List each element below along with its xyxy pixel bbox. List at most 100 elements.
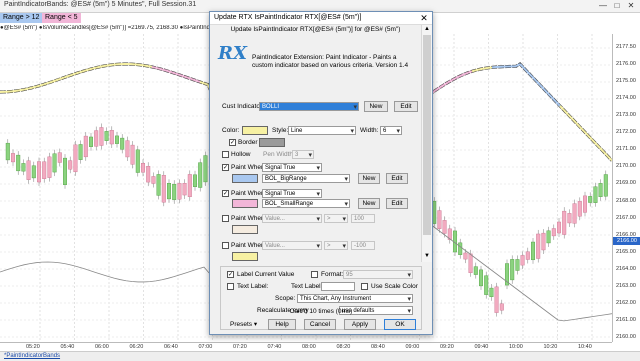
paint-when-4-swatch[interactable] (232, 252, 258, 261)
price-axis-label: 2177.50 (616, 44, 636, 50)
price-axis-label: 2172.00 (616, 129, 636, 135)
scroll-down-icon[interactable]: ▼ (423, 253, 431, 261)
candle (178, 183, 182, 199)
apply-button[interactable]: Apply (344, 319, 376, 330)
paint-when-2-condition[interactable]: Signal True (262, 189, 322, 198)
paint-when-2-edit-button[interactable]: Edit (386, 198, 408, 209)
price-axis-label: 2165.00 (616, 249, 636, 255)
paint-when-1-new-button[interactable]: New (358, 173, 380, 184)
band-segment (484, 68, 488, 69)
style-select[interactable]: Line (288, 126, 356, 135)
range-filter-small[interactable]: Range < 5 (42, 13, 81, 23)
time-axis-label: 10:00 (509, 344, 523, 350)
paint-when-4-value[interactable]: -100 (351, 241, 375, 250)
candle (6, 143, 10, 160)
dialog-titlebar[interactable]: Update RTX IsPaintIndicator RTX[@ES# (5m… (210, 12, 432, 25)
band-segment (44, 83, 48, 84)
candle (469, 254, 473, 273)
candle (141, 163, 145, 172)
paint-when-2-checkbox[interactable]: ✓ (222, 190, 229, 197)
band-segment (192, 79, 196, 80)
paint-when-3-swatch[interactable] (232, 225, 258, 234)
format-checkbox[interactable] (311, 271, 318, 278)
dialog-close-icon[interactable]: ✕ (418, 12, 430, 24)
candle (573, 204, 577, 224)
paint-when-1-indicator[interactable]: BOL_BigRange (262, 174, 350, 183)
format-select[interactable]: 95 (343, 270, 413, 279)
scope-select[interactable]: This Chart, Any Instrument (297, 294, 413, 303)
extension-description: PaintIndicator Extension: Paint Indicato… (252, 54, 417, 69)
range-filter-big[interactable]: Range > 12 (0, 13, 42, 23)
text-label-checkbox[interactable] (227, 283, 234, 290)
paint-when-3-checkbox[interactable] (222, 215, 229, 222)
color-label: Color: (222, 127, 239, 134)
time-axis-label: 06:40 (164, 344, 178, 350)
presets-button[interactable]: Presets ▾ (230, 319, 257, 330)
calc-info: Calc'd 10 times (0ms) (210, 308, 432, 315)
paint-when-1-swatch[interactable] (232, 174, 258, 183)
candle (157, 174, 161, 195)
paint-when-2-indicator[interactable]: BOL_SmallRange (262, 199, 350, 208)
chart-tab[interactable]: *PaintIndicatorBands (4, 353, 60, 359)
border-color-swatch[interactable] (259, 138, 285, 147)
paint-when-1-label: Paint When (231, 164, 265, 171)
candle (22, 163, 26, 171)
maximize-button[interactable]: □ (610, 0, 624, 11)
dialog-scrollbar[interactable]: ▲ ▼ (421, 25, 432, 262)
minimize-button[interactable]: — (596, 0, 610, 11)
price-axis-label: 2167.00 (616, 215, 636, 221)
cust-indicator-edit-button[interactable]: Edit (394, 101, 418, 112)
candle (500, 304, 504, 311)
time-axis-label: 06:00 (95, 344, 109, 350)
paint-when-3-value[interactable]: 100 (351, 214, 375, 223)
pen-width-select[interactable]: 3 (292, 150, 314, 159)
paint-when-3-condition[interactable]: Value... (262, 214, 322, 223)
paint-when-1-checkbox[interactable]: ✓ (222, 164, 229, 171)
band-segment (88, 69, 92, 70)
candle (521, 255, 525, 265)
cust-indicator-select[interactable]: BOLLI (259, 102, 359, 111)
width-select[interactable]: 6 (380, 126, 402, 135)
band-segment (36, 86, 40, 87)
band-segment (188, 78, 192, 79)
border-checkbox[interactable]: ✓ (229, 139, 236, 146)
paint-when-3-operator[interactable]: > (324, 214, 348, 223)
band-segment (84, 70, 88, 71)
time-axis-label: 09:00 (406, 344, 420, 350)
band-segment (180, 75, 184, 76)
price-axis-label: 2168.00 (616, 198, 636, 204)
paint-when-4-condition[interactable]: Value... (262, 241, 322, 250)
candle (188, 174, 192, 196)
ok-button[interactable]: OK (384, 319, 416, 330)
band-segment (140, 65, 144, 66)
scroll-up-icon[interactable]: ▲ (423, 26, 431, 34)
candle (84, 136, 88, 157)
window-title: PaintIndicatorBands: @ES# (5m") 5 Minute… (4, 1, 196, 8)
band-segment (56, 79, 60, 80)
text-label-input[interactable] (321, 282, 355, 291)
paint-when-2-swatch[interactable] (232, 199, 258, 208)
candle (79, 144, 83, 159)
use-scale-color-checkbox[interactable] (361, 283, 368, 290)
format-label: Format: (321, 271, 343, 278)
band-segment (16, 90, 20, 91)
paint-when-1-edit-button[interactable]: Edit (386, 173, 408, 184)
paint-when-2-new-button[interactable]: New (358, 198, 380, 209)
scope-label: Scope: (275, 295, 295, 302)
cust-indicator-new-button[interactable]: New (364, 101, 388, 112)
cancel-button[interactable]: Cancel (304, 319, 336, 330)
paint-when-4-checkbox[interactable] (222, 242, 229, 249)
label-current-value-checkbox[interactable]: ✓ (227, 271, 234, 278)
candle (583, 196, 587, 213)
price-axis[interactable]: 2177.502176.002175.002174.002173.002172.… (612, 34, 640, 342)
paint-when-4-operator[interactable]: > (324, 241, 348, 250)
band-segment (100, 66, 104, 67)
color-swatch[interactable] (242, 126, 268, 135)
paint-when-4-label: Paint When (231, 242, 265, 249)
band-segment (64, 76, 68, 77)
scroll-thumb[interactable] (423, 35, 431, 235)
close-window-button[interactable]: ✕ (624, 0, 638, 11)
paint-when-1-condition[interactable]: Signal True (262, 163, 322, 172)
hollow-checkbox[interactable] (222, 151, 229, 158)
help-button[interactable]: Help (268, 319, 296, 330)
